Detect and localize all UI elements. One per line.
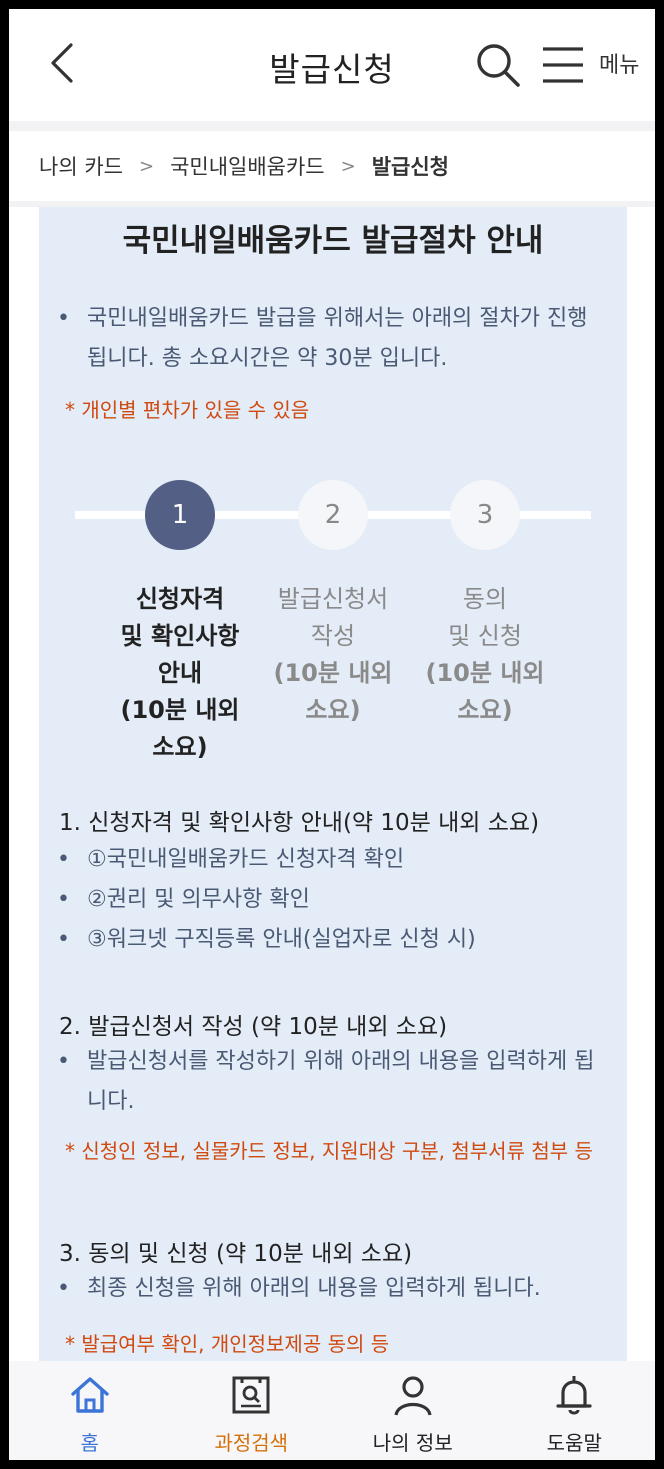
menu-button[interactable]: 메뉴 — [541, 43, 651, 87]
bullet-icon: • — [57, 1049, 70, 1074]
nav-help-label: 도움말 — [546, 1431, 602, 1455]
bullet-icon: • — [57, 887, 70, 912]
course-search-icon — [232, 1376, 270, 1414]
intro-note: * 개인별 편차가 있을 수 있음 — [65, 398, 310, 422]
nav-my-info-label: 나의 정보 — [372, 1431, 453, 1455]
step-3-title: 동의 및 신청 — [448, 585, 522, 650]
nav-home[interactable]: 홈 — [9, 1361, 171, 1460]
section-1-bullet-2: • ②권리 및 의무사항 확인 — [57, 880, 607, 920]
app-frame: 발급신청 메뉴 나의 카드 > 국민내일배움카드 > 발급신청 국민내일배움카드… — [9, 9, 655, 1460]
intro-text: 국민내일배움카드 발급을 위해서는 아래의 절차가 진행됩니다. 총 소요시간은… — [87, 306, 588, 371]
chevron-right-icon: > — [340, 155, 356, 177]
menu-label: 메뉴 — [599, 53, 640, 78]
nav-my-info[interactable]: 나의 정보 — [332, 1361, 494, 1460]
guide-title: 국민내일배움카드 발급절차 안내 — [122, 223, 544, 259]
intro-bullet: • 국민내일배움카드 발급을 위해서는 아래의 절차가 진행됩니다. 총 소요시… — [57, 299, 607, 379]
breadcrumb-card-type[interactable]: 국민내일배움카드 — [170, 151, 325, 181]
step-1-label: 신청자격 및 확인사항 안내 (10분 내외 소요) — [105, 581, 255, 766]
step-1-circle: 1 — [145, 480, 215, 550]
home-icon — [71, 1377, 109, 1413]
step-1-title: 신청자격 및 확인사항 안내 — [120, 585, 240, 687]
bullet-icon: • — [57, 306, 70, 331]
step-1-duration: (10분 내외 소요) — [120, 696, 240, 761]
section-3-bullet-1: • 최종 신청을 위해 아래의 내용을 입력하게 됩니다. — [57, 1269, 607, 1309]
section-1-bullet-3: • ③워크넷 구직등록 안내(실업자로 신청 시) — [57, 920, 607, 960]
chevron-right-icon: > — [138, 155, 155, 177]
step-3-circle: 3 — [450, 480, 520, 550]
hamburger-menu-icon — [543, 47, 583, 83]
breadcrumb: 나의 카드 > 국민내일배움카드 > 발급신청 — [39, 149, 449, 183]
step-3-label: 동의 및 신청 (10분 내외 소요) — [410, 581, 560, 729]
nav-course-search[interactable]: 과정검색 — [171, 1361, 333, 1460]
bullet-icon: • — [57, 847, 70, 872]
search-icon — [477, 44, 520, 87]
step-2-duration: (10분 내외 소요) — [273, 659, 393, 724]
nav-help[interactable]: 도움말 — [494, 1361, 656, 1460]
bullet-icon: • — [57, 927, 70, 952]
nav-course-search-label: 과정검색 — [214, 1431, 289, 1455]
section-1-heading: 1. 신청자격 및 확인사항 안내(약 10분 내외 소요) — [59, 810, 540, 836]
section-2-bullet-1: • 발급신청서를 작성하기 위해 아래의 내용을 입력하게 됩니다. — [57, 1042, 607, 1122]
step-2-label: 발급신청서 작성 (10분 내외 소요) — [258, 581, 408, 729]
step-2-title: 발급신청서 작성 — [277, 585, 389, 650]
bullet-icon: • — [57, 1276, 70, 1301]
search-button[interactable] — [474, 41, 522, 89]
person-icon — [394, 1376, 432, 1416]
section-2-note: * 신청인 정보, 실물카드 정보, 지원대상 구분, 첨부서류 첨부 등 — [65, 1139, 593, 1163]
procedure-guide: 국민내일배움카드 발급절차 안내 • 국민내일배움카드 발급을 위해서는 아래의… — [39, 207, 627, 1367]
header-divider — [9, 121, 655, 131]
step-3-duration: (10분 내외 소요) — [425, 659, 545, 724]
breadcrumb-current: 발급신청 — [371, 155, 449, 179]
nav-home-label: 홈 — [80, 1431, 99, 1455]
section-3-note: * 발급여부 확인, 개인정보제공 동의 등 — [65, 1332, 390, 1356]
breadcrumb-my-card[interactable]: 나의 카드 — [39, 151, 123, 181]
section-1-bullet-1: • ①국민내일배움카드 신청자격 확인 — [57, 840, 607, 880]
bell-icon — [556, 1376, 592, 1415]
step-2-circle: 2 — [298, 480, 368, 550]
section-3-heading: 3. 동의 및 신청 (약 10분 내외 소요) — [59, 1241, 413, 1267]
top-header: 발급신청 메뉴 — [9, 9, 655, 121]
bottom-navigation: 홈 과정검색 나의 정보 도움말 — [9, 1361, 655, 1460]
section-2-heading: 2. 발급신청서 작성 (약 10분 내외 소요) — [59, 1014, 448, 1040]
